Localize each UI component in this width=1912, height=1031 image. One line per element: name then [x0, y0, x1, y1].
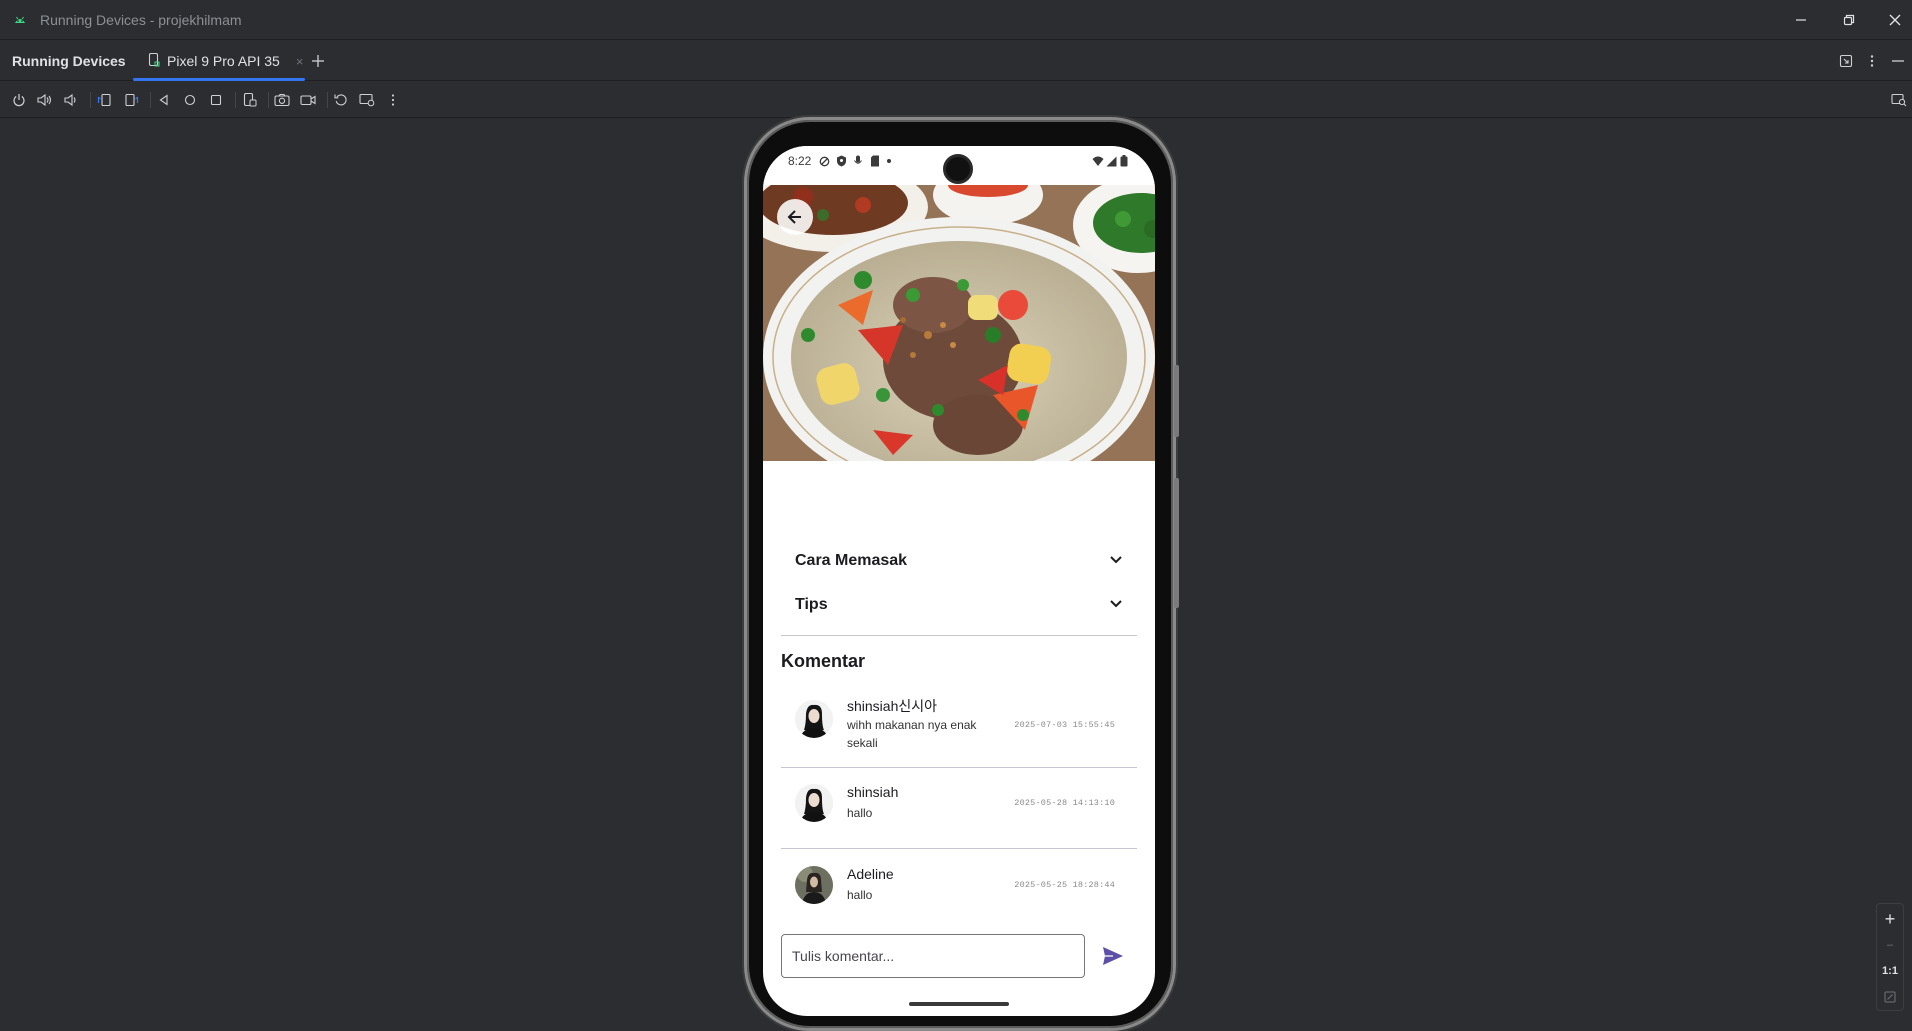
overview-icon[interactable] — [205, 89, 227, 111]
comments-title: Komentar — [781, 651, 866, 671]
phone-volume-button — [1174, 478, 1179, 608]
screenshot-icon[interactable] — [271, 89, 293, 111]
toolbar-separator — [268, 92, 269, 108]
chevron-down-icon — [1109, 596, 1123, 614]
zoom-fit-icon[interactable] — [1877, 984, 1903, 1010]
phone-screen: 8:22 Cara Memasak Tips Komentar shinsiah… — [763, 146, 1155, 1016]
extended-controls-icon[interactable] — [356, 89, 378, 111]
gesture-navigation-bar[interactable] — [909, 1002, 1009, 1006]
emulator-toolbar — [0, 82, 1912, 118]
home-icon[interactable] — [179, 89, 201, 111]
device-manager-icon[interactable] — [1888, 89, 1910, 111]
avatar — [795, 700, 833, 738]
comment-timestamp: 2025-07-03 15:55:45 — [1014, 720, 1115, 730]
zoom-controls: + – 1:1 — [1876, 903, 1904, 1011]
back-button[interactable] — [777, 199, 813, 235]
toolbar-separator — [327, 92, 328, 108]
volume-down-icon[interactable] — [60, 89, 82, 111]
screen-record-icon[interactable] — [297, 89, 319, 111]
more-icon[interactable] — [382, 89, 404, 111]
divider — [781, 635, 1137, 636]
tab-label: Pixel 9 Pro API 35 — [167, 53, 280, 69]
rotate-left-icon[interactable] — [94, 89, 116, 111]
send-icon — [1103, 947, 1123, 965]
comment-item: shinsiah신시아 wihh makanan nya enak sekali… — [781, 686, 1137, 759]
hide-panel-icon[interactable] — [1888, 51, 1908, 71]
tool-window-tabbar: Running Devices Pixel 9 Pro API 35 × — [0, 41, 1912, 81]
device-icon — [147, 52, 161, 70]
minimize-icon[interactable] — [1786, 6, 1816, 34]
tab-close-icon[interactable]: × — [296, 54, 304, 69]
detach-panel-icon[interactable] — [1836, 51, 1856, 71]
accordion-tips[interactable]: Tips — [783, 583, 1135, 627]
android-studio-icon — [12, 12, 28, 28]
notification-dot-icon — [883, 155, 895, 167]
battery-icon — [1118, 155, 1130, 167]
accordion-label: Tips — [795, 596, 828, 613]
zoom-in-button[interactable]: + — [1877, 906, 1903, 932]
tab-selected-indicator — [133, 78, 305, 81]
comment-author: Adeline — [847, 866, 894, 882]
mic-icon — [852, 155, 864, 167]
sd-card-icon — [869, 155, 881, 167]
restore-icon[interactable] — [1834, 6, 1864, 34]
comment-item: shinsiah hallo 2025-05-28 14:13:10 — [781, 768, 1137, 828]
chevron-down-icon — [1109, 552, 1123, 570]
phone-power-button — [1174, 365, 1179, 437]
front-camera — [943, 154, 973, 184]
signal-icon — [1105, 155, 1117, 167]
recipe-image — [763, 185, 1155, 461]
accordion-label: Cara Memasak — [795, 552, 908, 569]
divider — [781, 848, 1137, 849]
rotate-right-icon[interactable] — [120, 89, 142, 111]
comment-text: hallo — [847, 806, 873, 820]
comment-text: wihh makanan nya enak sekali — [847, 718, 977, 750]
power-icon[interactable] — [8, 89, 30, 111]
toolbar-separator — [150, 92, 151, 108]
add-tab-icon[interactable] — [307, 50, 329, 72]
device-frame-icon[interactable] — [239, 89, 261, 111]
shield-icon — [835, 155, 847, 167]
arrow-back-icon — [787, 210, 801, 224]
zoom-actual-size-button[interactable]: 1:1 — [1877, 958, 1903, 984]
accordion-cara-memasak[interactable]: Cara Memasak — [783, 539, 1135, 583]
zoom-out-button[interactable]: – — [1877, 932, 1903, 958]
status-bar: 8:22 — [763, 146, 1155, 186]
wifi-icon — [1092, 155, 1104, 167]
panel-title: Running Devices — [12, 53, 126, 69]
send-button[interactable] — [1097, 940, 1129, 972]
comment-text: hallo — [847, 888, 873, 902]
toolbar-separator — [235, 92, 236, 108]
more-options-icon[interactable] — [1862, 51, 1882, 71]
avatar — [795, 784, 833, 822]
toolbar-separator — [90, 92, 91, 108]
avatar — [795, 866, 833, 904]
comment-author: shinsiah신시아 — [847, 698, 938, 714]
comment-timestamp: 2025-05-28 14:13:10 — [1014, 798, 1115, 808]
tab-pixel-9-pro[interactable]: Pixel 9 Pro API 35 × — [133, 41, 305, 81]
comment-item: Adeline hallo 2025-05-25 18:28:44 — [781, 850, 1137, 910]
volume-up-icon[interactable] — [34, 89, 56, 111]
comment-timestamp: 2025-05-25 18:28:44 — [1014, 880, 1115, 890]
window-title: Running Devices - projekhilmam — [40, 12, 242, 28]
status-time: 8:22 — [788, 154, 812, 168]
close-window-icon[interactable] — [1880, 6, 1910, 34]
comment-input-placeholder: Tulis komentar... — [792, 948, 895, 964]
back-icon[interactable] — [153, 89, 175, 111]
comment-author: shinsiah — [847, 784, 899, 800]
comment-input[interactable]: Tulis komentar... — [781, 934, 1085, 978]
title-bar: Running Devices - projekhilmam — [0, 0, 1912, 40]
reset-icon[interactable] — [330, 89, 352, 111]
vpn-icon — [818, 155, 830, 167]
